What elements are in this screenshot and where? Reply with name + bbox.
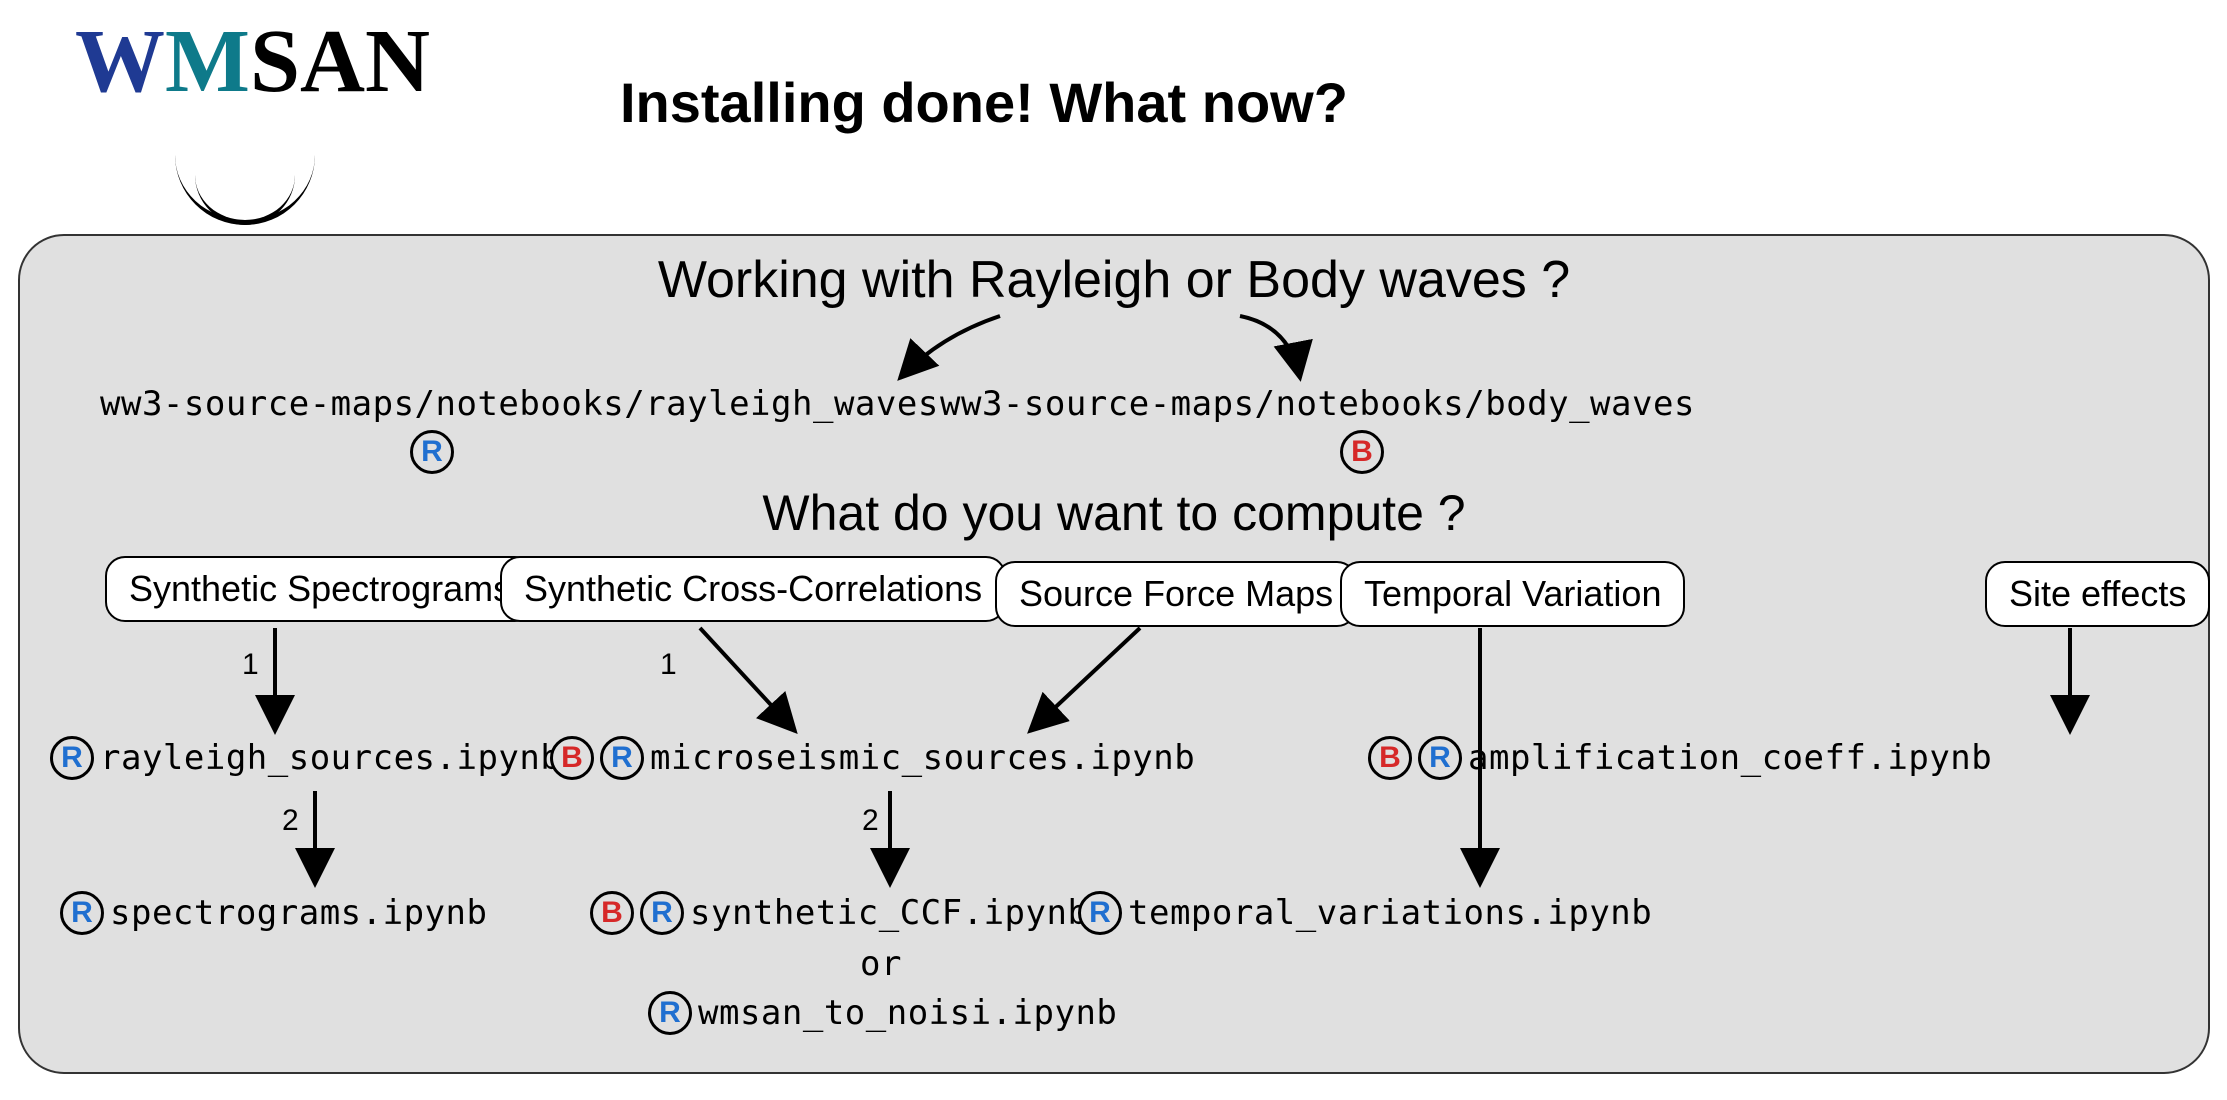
badge-b-icon: B [550,736,594,780]
badge-r-icon: R [1418,736,1462,780]
badge-r-icon: R [1078,891,1122,935]
notebook-label: wmsan_to_noisi.ipynb [698,993,1117,1033]
step-number-1b: 1 [660,648,677,682]
notebook-rayleigh-sources: R rayleigh_sources.ipynb [50,736,561,780]
logo-text: WMSAN [75,10,430,113]
choice-source-force-maps: Source Force Maps [995,561,1357,627]
or-label: or [860,944,902,984]
choice-site-effects: Site effects [1985,561,2210,627]
badge-r-icon: R [50,736,94,780]
question-wave-type: Working with Rayleigh or Body waves ? [20,250,2208,310]
notebook-label: temporal_variations.ipynb [1128,893,1652,933]
notebook-wmsan-to-noisi: R wmsan_to_noisi.ipynb [648,991,1117,1035]
notebook-amplification-coeff: B R amplification_coeff.ipynb [1368,736,1992,780]
path-rayleigh: ww3-source-maps/notebooks/rayleigh_waves [100,384,939,424]
notebook-temporal-variations: R temporal_variations.ipynb [1078,891,1652,935]
notebook-label: rayleigh_sources.ipynb [100,738,561,778]
badge-b-icon: B [1368,736,1412,780]
badge-r-icon: R [600,736,644,780]
logo-letters-san: SAN [250,12,430,111]
logo-letter-w: W [75,12,165,111]
wmsan-logo: WMSAN [25,10,455,230]
choice-synthetic-spectrograms: Synthetic Spectrograms [105,556,535,622]
question-compute-what: What do you want to compute ? [20,484,2208,542]
step-number-2b: 2 [862,804,879,838]
page-title: Installing done! What now? [620,70,1348,135]
choice-synthetic-cross-correlations: Synthetic Cross-Correlations [500,556,1006,622]
path-body: ww3-source-maps/notebooks/body_waves [940,384,1695,424]
badge-r-icon: R [640,891,684,935]
badge-b-icon: B [590,891,634,935]
step-number-1a: 1 [242,648,259,682]
notebook-label: microseismic_sources.ipynb [650,738,1195,778]
notebook-label: spectrograms.ipynb [110,893,487,933]
badge-r-icon: R [60,891,104,935]
notebook-synthetic-ccf: B R synthetic_CCF.ipynb [590,891,1088,935]
step-number-2a: 2 [282,804,299,838]
flowchart-panel: Working with Rayleigh or Body waves ? ww… [18,234,2210,1074]
badge-r-icon: R [648,991,692,1035]
arrows-overlay [20,236,2208,1072]
notebook-label: synthetic_CCF.ipynb [690,893,1088,933]
logo-letter-m: M [165,12,250,111]
badge-body-icon: B [1340,430,1384,474]
choice-temporal-variation: Temporal Variation [1340,561,1685,627]
notebook-label: amplification_coeff.ipynb [1468,738,1992,778]
notebook-spectrograms: R spectrograms.ipynb [60,891,487,935]
notebook-microseismic-sources: B R microseismic_sources.ipynb [550,736,1195,780]
badge-rayleigh-icon: R [410,430,454,474]
